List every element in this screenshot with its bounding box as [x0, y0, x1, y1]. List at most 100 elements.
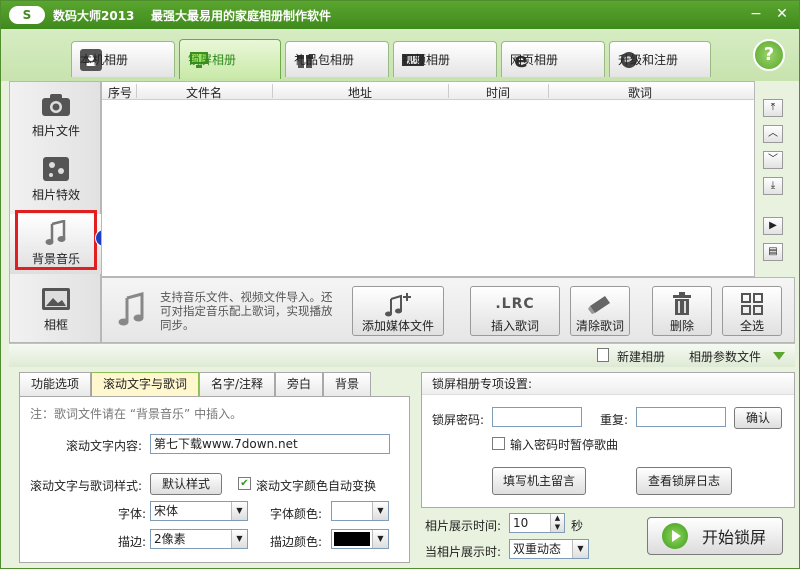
minimize-icon[interactable]: −: [747, 6, 765, 24]
col-lyrics[interactable]: 歌词: [550, 84, 730, 101]
chevron-down-icon: ▼: [231, 530, 247, 548]
display-mode-value: 双重动态: [513, 542, 562, 556]
app-name: 数码大师2013: [53, 9, 135, 23]
delete-label: 删除: [669, 319, 694, 333]
font-color-label: 字体颜色:: [270, 507, 323, 521]
sidebar-item-photo-effects[interactable]: 相片特效: [10, 150, 102, 210]
font-select[interactable]: 宋体 ▼: [150, 501, 248, 521]
scroll-text-input[interactable]: 第七下载www.7down.net: [150, 434, 390, 454]
display-mode-select[interactable]: 双重动态 ▼: [509, 539, 589, 559]
sidebar-item-photo-files[interactable]: 相片文件: [10, 86, 102, 146]
col-index[interactable]: 序号: [106, 84, 134, 101]
music-note-icon: [118, 292, 146, 329]
move-down-button[interactable]: ﹀: [763, 151, 783, 169]
pause-music-label: 输入密码时暂停歌曲: [510, 438, 619, 452]
camera-icon: [41, 92, 71, 118]
delete-button[interactable]: 删除: [652, 286, 712, 336]
font-label: 字体:: [118, 507, 147, 521]
sidebar-item-label: 相框: [43, 318, 68, 332]
col-path[interactable]: 地址: [274, 84, 446, 101]
tab-web-album[interactable]: e 网页相册: [501, 41, 605, 77]
document-icon: [597, 348, 609, 362]
move-up-button[interactable]: ︿: [763, 125, 783, 143]
tab-label: 本机相册: [80, 53, 129, 67]
document-icon[interactable]: ▤: [763, 243, 783, 261]
leave-message-button[interactable]: 填写机主留言: [492, 467, 586, 495]
default-style-button[interactable]: 默认样式: [150, 473, 222, 495]
help-icon[interactable]: ?: [753, 39, 785, 71]
add-music-icon: [353, 291, 443, 317]
font-color-select[interactable]: ▼: [331, 501, 389, 521]
lrc-icon: .LRC: [495, 296, 535, 312]
col-separator: [272, 84, 273, 98]
clear-lyrics-button[interactable]: 清除歌词: [570, 286, 630, 336]
tab-name-notes[interactable]: 名字/注释: [199, 372, 275, 396]
tab-gift-album[interactable]: 礼品包相册: [285, 41, 389, 77]
select-all-button[interactable]: 全选: [722, 286, 782, 336]
tab-function-options[interactable]: 功能选项: [19, 372, 91, 396]
chevron-down-icon: ▼: [372, 502, 388, 520]
repeat-input[interactable]: [636, 407, 726, 427]
display-time-unit: 秒: [571, 519, 584, 533]
font-color-swatch: [334, 504, 370, 518]
confirm-button[interactable]: 确认: [734, 407, 782, 429]
effects-icon: [41, 156, 71, 182]
repeat-label: 重复:: [600, 413, 629, 427]
tab-label: 锁屏相册: [188, 53, 237, 67]
media-description: 支持音乐文件、视频文件导入。还可对指定音乐配上歌词，实现播放同步。: [160, 290, 333, 332]
tab-label: 视频相册: [402, 53, 451, 67]
move-top-button[interactable]: ⤒: [763, 99, 783, 117]
pause-music-checkbox[interactable]: [492, 437, 505, 450]
tab-upgrade-register[interactable]: 升级和注册: [609, 41, 711, 77]
password-input[interactable]: [492, 407, 582, 427]
display-time-input[interactable]: 10 ▲ ▼: [509, 513, 565, 533]
start-lock-label: 开始锁屏: [702, 528, 767, 547]
add-media-label: 添加媒体文件: [361, 319, 434, 333]
select-all-icon: [723, 291, 781, 317]
lyrics-note: 注：歌词文件请在 “背景音乐” 中插入。: [30, 407, 243, 421]
stroke-value: 2像素: [154, 532, 186, 546]
stroke-select[interactable]: 2像素 ▼: [150, 529, 248, 549]
auto-color-checkbox[interactable]: ✔: [238, 477, 251, 490]
chevron-down-icon: ▼: [372, 530, 388, 548]
add-media-button[interactable]: 添加媒体文件: [352, 286, 444, 336]
app-subtitle: 最强大最易用的家庭相册制作软件: [151, 9, 332, 23]
view-log-button[interactable]: 查看锁屏日志: [636, 467, 732, 495]
dropdown-arrow-icon[interactable]: [773, 352, 785, 360]
start-lock-button[interactable]: 开始锁屏: [647, 517, 783, 555]
tab-lock-album[interactable]: 锁屏相册: [179, 39, 281, 79]
tab-local-album[interactable]: 本机相册: [71, 41, 175, 77]
chevron-down-icon: ▼: [231, 502, 247, 520]
col-time[interactable]: 时间: [450, 84, 546, 101]
file-list[interactable]: 序号 文件名 地址 时间 歌词: [101, 81, 755, 277]
stroke-label: 描边:: [118, 535, 147, 549]
spinner-icon[interactable]: ▲ ▼: [550, 514, 564, 532]
display-time-value: 10: [513, 516, 529, 530]
stroke-color-select[interactable]: ▼: [331, 529, 389, 549]
close-icon[interactable]: ✕: [773, 6, 791, 24]
font-value: 宋体: [154, 504, 179, 518]
album-params-link[interactable]: 相册参数文件: [689, 348, 761, 365]
tab-background[interactable]: 背景: [323, 372, 371, 396]
move-bottom-button[interactable]: ⤓: [763, 177, 783, 195]
tab-video-album[interactable]: 视频相册: [393, 41, 497, 77]
play-icon[interactable]: ▶: [763, 217, 783, 235]
title-bar: S 数码大师2013 最强大最易用的家庭相册制作软件 − ✕: [1, 1, 799, 29]
col-filename[interactable]: 文件名: [138, 84, 270, 101]
tab-narration[interactable]: 旁白: [275, 372, 323, 396]
album-strip: 新建相册 相册参数文件: [9, 343, 795, 367]
new-album-link[interactable]: 新建相册: [617, 348, 665, 365]
display-mode-label: 当相片展示时:: [425, 545, 502, 559]
tab-label: 升级和注册: [618, 53, 679, 67]
display-time-label: 相片展示时间:: [425, 519, 502, 533]
sidebar-item-label: 相片文件: [31, 124, 80, 138]
tab-scroll-text-lyrics[interactable]: 滚动文字与歌词: [91, 372, 199, 398]
top-tabs: 本机相册 锁屏相册 礼品包相册 视频相册 e 网页相册 升级和注册 ?: [1, 29, 799, 81]
insert-lyrics-button[interactable]: .LRC 插入歌词: [470, 286, 560, 336]
sidebar-item-label: 相片特效: [31, 188, 80, 202]
col-separator: [136, 84, 137, 98]
lock-settings-group: 锁屏相册专项设置: 锁屏密码: 重复: 确认 输入密码时暂停歌曲 填写机主留言 …: [421, 372, 795, 508]
tab-label: 礼品包相册: [294, 53, 355, 67]
lyrics-panel: 注：歌词文件请在 “背景音乐” 中插入。 滚动文字内容: 第七下载www.7do…: [19, 396, 410, 563]
sidebar-item-frame[interactable]: 相框: [10, 280, 102, 340]
